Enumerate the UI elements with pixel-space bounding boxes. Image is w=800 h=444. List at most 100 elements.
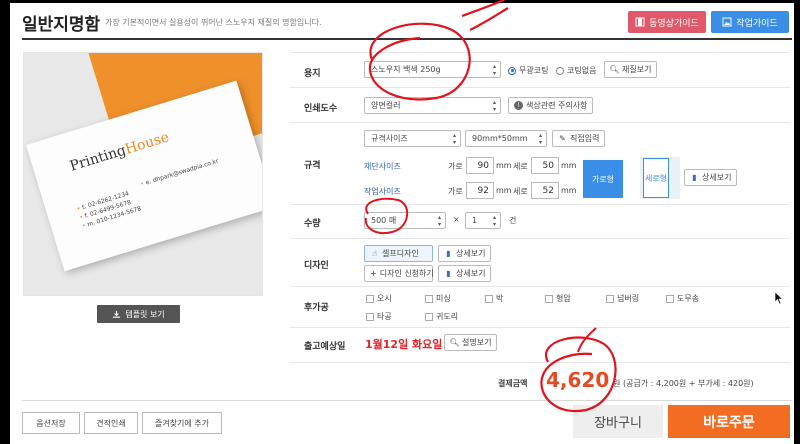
page-description: 가장 기본적이면서 실용성이 뛰어난 스노우지 재질의 명함입니다. (105, 18, 322, 27)
work-height-unit: mm (561, 186, 577, 195)
design-request-button[interactable]: + 디자인 신청하기 (364, 265, 434, 282)
post-option-checkbox[interactable]: 넘버링 (606, 293, 639, 304)
row-divider (290, 238, 790, 239)
coating-none-radio[interactable]: 코팅없음 (556, 65, 596, 76)
work-height-label: 세로 (513, 187, 528, 196)
print-colors-label: 인쇄도수 (304, 104, 338, 114)
template-view-button[interactable]: 템플릿 보기 (97, 305, 180, 323)
info-icon: ! (514, 101, 523, 110)
total-breakdown: (공급가 : 4,200원 + 부가세 : 420원) (623, 379, 754, 388)
self-design-button[interactable]: ☝ 셀프디자인 (364, 245, 433, 262)
material-view-button[interactable]: 🔍︎ 재질보기 (604, 61, 658, 78)
pencil-icon: ✎ (559, 134, 566, 143)
work-guide-label: 작업가이드 (736, 18, 778, 29)
design-request-detail-button[interactable]: ▮ 상세보기 (438, 265, 492, 282)
row-divider (290, 122, 790, 123)
work-size-link[interactable]: 작업사이즈 (364, 186, 401, 197)
shipping-label: 출고예상일 (304, 342, 346, 352)
work-width-input[interactable]: 92 (466, 182, 494, 199)
size-type-select[interactable]: 규격사이즈 (364, 130, 461, 147)
count-select[interactable]: 1 (465, 212, 501, 229)
cut-width-input[interactable]: 90 (466, 157, 494, 174)
post-option-checkbox[interactable]: 미싱 (425, 293, 451, 304)
cart-button[interactable]: 장바구니 (573, 405, 663, 438)
search-icon: 🔍︎ (609, 65, 620, 74)
post-option-checkbox[interactable]: 형압 (545, 293, 571, 304)
cut-height-unit: mm (561, 161, 577, 170)
bookmark-icon: ▮ (692, 173, 697, 182)
cut-height-input[interactable]: 50 (531, 157, 559, 174)
hand-pointer-icon: ☝ (372, 249, 377, 258)
coating-matte-radio[interactable]: 무광코팅 (508, 65, 548, 76)
shipping-date: 1월12일 화요일 (365, 338, 443, 351)
row-divider (290, 52, 790, 53)
post-processing-label: 후가공 (304, 303, 329, 313)
size-label: 규격 (304, 161, 321, 171)
direct-input-button[interactable]: ✎ 직접입력 (552, 130, 606, 147)
screen-border-top (0, 0, 800, 3)
bookmark-icon: ▮ (446, 249, 451, 258)
work-width-unit: mm (496, 186, 512, 195)
size-select[interactable]: 90mm*50mm (465, 130, 547, 147)
film-icon (635, 17, 645, 27)
save-options-button[interactable]: 옵션저장 (22, 412, 80, 434)
mouse-cursor-icon (774, 291, 784, 305)
cut-size-link[interactable]: 재단사이즈 (364, 161, 401, 172)
post-option-checkbox[interactable]: 박 (485, 293, 503, 304)
card-email: • e. dhpark@swadpia.co.kr (139, 157, 220, 189)
count-unit: 건 (509, 216, 517, 225)
post-option-checkbox[interactable]: 오시 (366, 293, 392, 304)
image-icon (722, 17, 732, 27)
add-favorite-button[interactable]: 즐겨찾기에 추가 (142, 412, 222, 434)
annotation-stroke-3 (577, 327, 597, 353)
row-divider (290, 362, 790, 363)
size-detail-button[interactable]: ▮ 상세보기 (684, 169, 738, 186)
header-divider (22, 38, 792, 40)
self-design-detail-button[interactable]: ▮ 상세보기 (438, 245, 492, 262)
paper-select[interactable]: 스노우지 백색 250g (364, 61, 501, 78)
card-brand: PrintingHouse (68, 129, 172, 175)
shipping-explain-button[interactable]: 🔍︎ 설명보기 (444, 334, 498, 351)
card-phones: • t. 02-6262-1234 • f. 02-6499-5678 • m.… (76, 190, 143, 230)
video-guide-label: 동영상가이드 (649, 18, 699, 29)
screen-border-left (0, 0, 10, 444)
total-label: 결제금액 (498, 379, 528, 388)
screen-border-right (794, 0, 800, 444)
page-title: 일반지명함 (22, 15, 101, 35)
cut-width-unit: mm (496, 161, 512, 170)
product-preview-image: PrintingHouse • e. dhpark@swadpia.co.kr … (23, 52, 263, 296)
bookmark-icon: ▮ (446, 269, 451, 278)
row-divider (290, 204, 790, 205)
vertical-orientation-button[interactable]: 세로형 (643, 158, 669, 198)
row-divider (290, 286, 790, 287)
total-currency: 원 (613, 379, 621, 388)
template-view-label: 템플릿 보기 (125, 309, 165, 319)
video-guide-button[interactable]: 동영상가이드 (628, 11, 706, 33)
row-divider (290, 327, 790, 328)
work-guide-button[interactable]: 작업가이드 (711, 11, 789, 33)
times-sign: × (453, 215, 460, 224)
cut-width-label: 가로 (448, 162, 463, 171)
paper-label: 용지 (304, 69, 321, 79)
order-now-button[interactable]: 바로주문 (668, 405, 790, 438)
post-option-checkbox[interactable]: 타공 (366, 311, 392, 322)
total-amount: 4,620 (546, 368, 610, 392)
search-icon: 🔍︎ (449, 338, 460, 347)
quantity-select[interactable]: 500 매 (364, 212, 446, 229)
work-height-input[interactable]: 52 (531, 182, 559, 199)
row-divider (290, 87, 790, 88)
horizontal-orientation-button[interactable]: 가로형 (583, 160, 623, 198)
quantity-label: 수량 (304, 219, 321, 229)
plus-icon: + (370, 269, 377, 278)
cut-height-label: 세로 (513, 162, 528, 171)
post-option-checkbox[interactable]: 도무송 (666, 293, 699, 304)
download-icon (113, 310, 121, 318)
footer-divider (22, 400, 792, 401)
work-width-label: 가로 (448, 187, 463, 196)
estimate-print-button[interactable]: 견적인쇄 (84, 412, 138, 434)
annotation-stroke-2 (469, 7, 509, 31)
post-option-checkbox[interactable]: 귀도리 (425, 311, 458, 322)
color-caution-button[interactable]: ! 색상관련 주의사항 (508, 97, 594, 114)
design-label: 디자인 (304, 261, 329, 271)
print-colors-select[interactable]: 양면컬러 (364, 97, 501, 114)
